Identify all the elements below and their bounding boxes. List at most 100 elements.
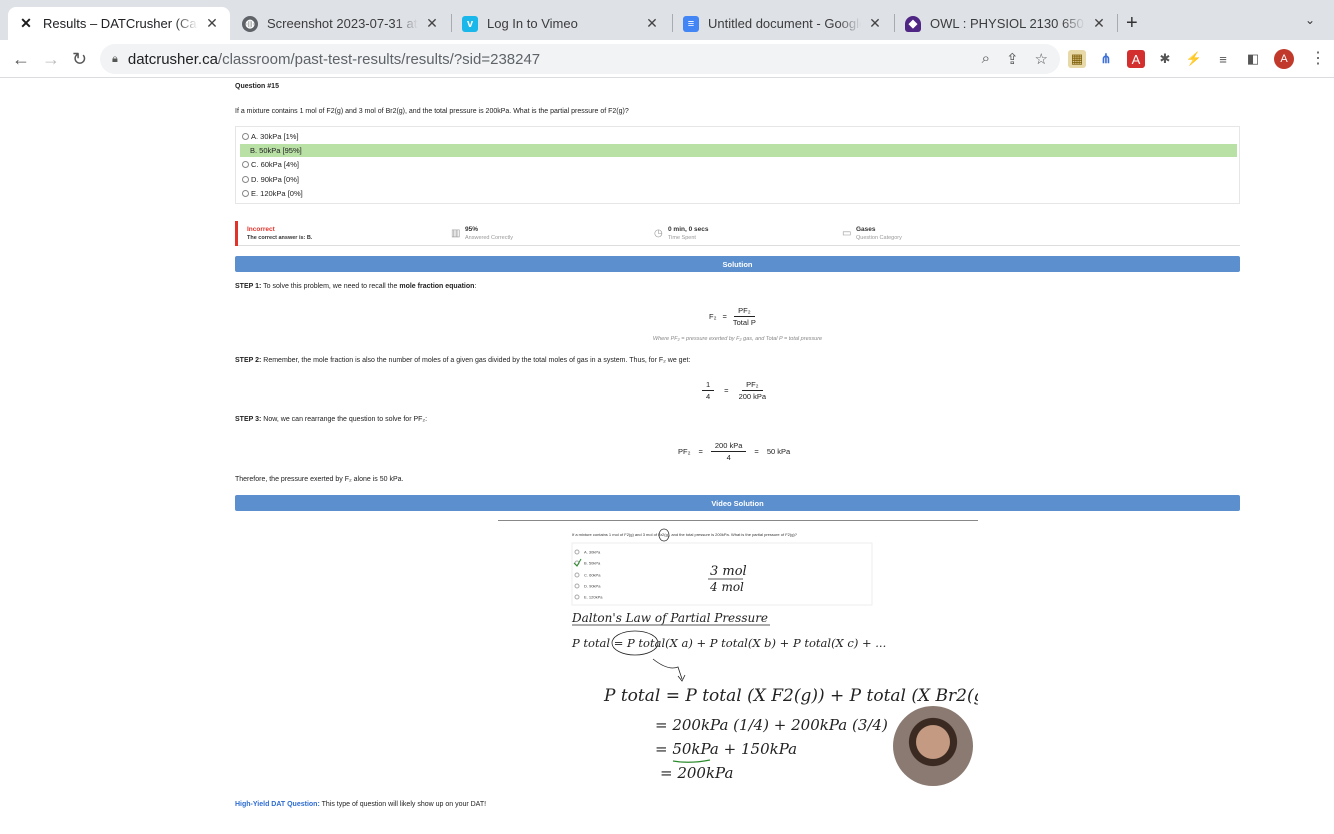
- mole-ratio-equation: 14 = PF₂ 200 kPa: [702, 380, 766, 401]
- calculator-extension-icon[interactable]: ▦: [1068, 50, 1086, 68]
- tab-bar: ✕ Results – DATCrusher (Canadia ✕ ◍ Scre…: [0, 0, 1334, 40]
- radio-icon[interactable]: [242, 133, 249, 140]
- step-label: STEP 2:: [235, 357, 262, 364]
- address-bar[interactable]: 🔒︎ datcrusher.ca/classroom/past-test-res…: [100, 44, 1060, 74]
- close-tab-icon[interactable]: ✕: [644, 15, 660, 32]
- acrobat-extension-icon[interactable]: A: [1127, 50, 1145, 68]
- video-solution-banner[interactable]: Video Solution: [235, 495, 1240, 511]
- step-bold-text: mole fraction equation: [399, 283, 475, 290]
- option-a[interactable]: A. 30kPa [1%]: [240, 130, 1237, 143]
- menu-kebab-icon[interactable]: ⋮: [1310, 48, 1326, 68]
- bar-chart-icon: ▥: [451, 228, 461, 239]
- eq-numerator: PF₂: [742, 380, 763, 391]
- url-host: datcrusher.ca: [127, 50, 218, 68]
- option-label: A. 30kPa [1%]: [251, 132, 299, 141]
- answer-options: A. 30kPa [1%] B. 50kPa [95%] C. 60kPa [4…: [235, 126, 1240, 204]
- tab-title: OWL : PHYSIOL 2130 650 SU2: [930, 16, 1085, 31]
- dalton-law-title: Dalton's Law of Partial Pressure: [571, 611, 768, 625]
- zoom-icon[interactable]: ⌕: [982, 50, 990, 68]
- close-tab-icon[interactable]: ✕: [1091, 15, 1107, 32]
- eq-denominator: Total P: [732, 318, 756, 327]
- new-tab-icon[interactable]: +: [1126, 12, 1138, 35]
- eq-result: 50 kPa: [766, 447, 791, 456]
- option-e[interactable]: E. 120kPa [0%]: [240, 187, 1237, 200]
- extensions-puzzle-icon[interactable]: ✱: [1156, 50, 1174, 68]
- percent-correct: ▥ 95% Answered Correctly: [451, 226, 513, 241]
- radio-icon[interactable]: [242, 190, 249, 197]
- side-panel-icon[interactable]: ◧: [1244, 50, 1262, 68]
- forward-icon[interactable]: →: [42, 49, 60, 70]
- browser-toolbar: ← → ↻ 🔒︎ datcrusher.ca/classroom/past-te…: [0, 40, 1334, 78]
- result-label: Incorrect: [247, 226, 275, 233]
- close-tab-icon[interactable]: ✕: [204, 15, 220, 32]
- eq-denominator: 4: [726, 453, 731, 462]
- mini-option: B. 50kPa: [584, 561, 601, 566]
- correct-answer-text: The correct answer is: B.: [247, 235, 313, 241]
- eq-denominator: 200 kPa: [738, 392, 767, 401]
- step-text: To solve this problem, we need to recall…: [263, 283, 398, 290]
- tab-title: Screenshot 2023-07-31 at 5.0: [267, 16, 418, 31]
- tab-title: Untitled document - Google Do: [708, 16, 861, 31]
- mini-option: D. 90kPa: [584, 584, 601, 589]
- bookmark-star-icon[interactable]: ☆: [1035, 50, 1048, 68]
- tab-datcrusher[interactable]: ✕ Results – DATCrusher (Canadia ✕: [8, 7, 230, 40]
- lock-icon: 🔒︎: [112, 52, 118, 65]
- eq-lhs: F₂: [709, 312, 717, 321]
- partial-result-line: = 50kPa + 150kPa: [655, 740, 797, 758]
- step-label: STEP 3:: [235, 416, 262, 423]
- eq-numerator: 200 kPa: [710, 441, 747, 452]
- incorrect-indicator: [235, 221, 238, 246]
- tab-vimeo[interactable]: v Log In to Vimeo ✕: [452, 7, 670, 40]
- step-text: Remember, the mole fraction is also the …: [263, 357, 691, 364]
- arrow-icon: [652, 658, 683, 680]
- tab-owl[interactable]: ◆ OWL : PHYSIOL 2130 650 SU2 ✕: [895, 7, 1117, 40]
- tab-title: Log In to Vimeo: [487, 16, 578, 31]
- reading-list-icon[interactable]: ≡: [1214, 50, 1232, 68]
- clock-icon: ◷: [654, 228, 663, 239]
- instructor-webcam: [893, 706, 973, 786]
- otter-extension-icon[interactable]: ⋔: [1097, 50, 1115, 68]
- time-value: 0 min, 0 secs: [668, 226, 709, 233]
- note-fraction-top: 3 mol: [710, 564, 747, 579]
- total-result-line: = 200kPa: [660, 764, 733, 782]
- step-2: STEP 2: Remember, the mole fraction is a…: [235, 357, 690, 364]
- question-text: If a mixture contains 1 mol of F2(g) and…: [235, 108, 629, 115]
- high-yield-note: High-Yield DAT Question: This type of qu…: [235, 801, 486, 808]
- eq-numerator: PF₂: [734, 306, 755, 317]
- step-3: STEP 3: Now, we can rearrange the questi…: [235, 416, 427, 423]
- mini-option: E. 120kPa: [584, 595, 603, 600]
- url-path: /classroom/past-test-results/results/?si…: [217, 50, 541, 68]
- percent-value: 95%: [465, 226, 479, 233]
- high-yield-text: This type of question will likely show u…: [321, 801, 487, 808]
- option-label: E. 120kPa [0%]: [251, 189, 303, 198]
- profile-avatar[interactable]: A: [1274, 49, 1294, 69]
- radio-icon[interactable]: [242, 161, 249, 168]
- share-icon[interactable]: ⇪: [1006, 50, 1019, 68]
- partial-pressure-equation: P total = P total (X F2(g)) + P total (X…: [603, 686, 978, 706]
- mini-question-text: If a mixture contains 1 mol of F2(g) and…: [572, 532, 798, 537]
- google-docs-icon: ≡: [683, 15, 699, 32]
- dalton-law-equation: P total = P total(X a) + P total(X b) + …: [571, 636, 886, 650]
- chevron-down-icon[interactable]: ⌄: [1305, 13, 1315, 27]
- performance-icon[interactable]: ⚡: [1185, 50, 1203, 68]
- eq-denominator: 4: [706, 392, 711, 401]
- option-d[interactable]: D. 90kPa [0%]: [240, 173, 1237, 186]
- close-tab-icon[interactable]: ✕: [424, 15, 440, 32]
- tab-screenshot[interactable]: ◍ Screenshot 2023-07-31 at 5.0 ✕: [232, 7, 450, 40]
- mole-fraction-equation: F₂ = PF₂ Total P: [709, 306, 756, 327]
- back-icon[interactable]: ←: [12, 49, 30, 70]
- category-value: Gases: [856, 226, 876, 233]
- reload-icon[interactable]: ↻: [72, 49, 87, 70]
- close-tab-icon[interactable]: ✕: [867, 15, 883, 32]
- option-b-correct[interactable]: B. 50kPa [95%]: [240, 144, 1237, 157]
- mini-option: A. 30kPa: [584, 550, 601, 555]
- tab-google-doc[interactable]: ≡ Untitled document - Google Do ✕: [673, 7, 893, 40]
- option-label: C. 60kPa [4%]: [251, 160, 299, 169]
- high-yield-label: High-Yield DAT Question:: [235, 801, 320, 808]
- option-label: D. 90kPa [0%]: [251, 175, 299, 184]
- solution-banner[interactable]: Solution: [235, 256, 1240, 272]
- option-c[interactable]: C. 60kPa [4%]: [240, 158, 1237, 171]
- vimeo-icon: v: [462, 15, 478, 32]
- substitution-line: = 200kPa (1/4) + 200kPa (3/4): [655, 716, 888, 734]
- radio-icon[interactable]: [242, 176, 249, 183]
